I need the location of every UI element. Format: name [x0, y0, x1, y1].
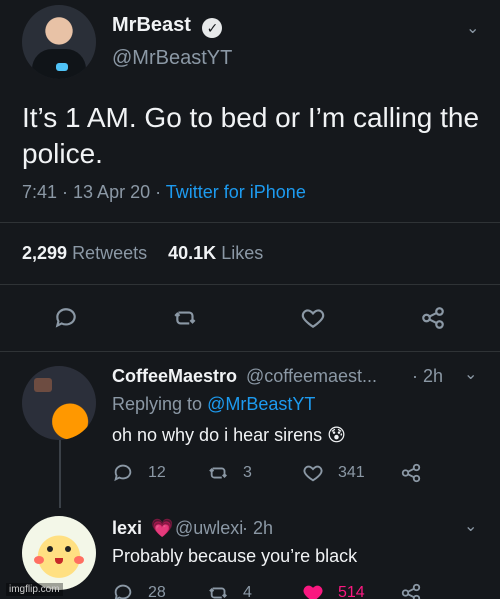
reply-handle[interactable]: @coffeemaest... [246, 366, 377, 387]
comment-icon[interactable] [112, 462, 134, 484]
retweet-count: 3 [243, 464, 252, 481]
likes-label: Likes [221, 243, 264, 263]
reply-actions: 12 3 341 [112, 462, 472, 486]
comment-icon[interactable] [53, 305, 79, 331]
reply-count: 12 [148, 464, 166, 481]
reply-actions: 28 4 514 [112, 582, 472, 599]
tweet-text: It’s 1 AM. Go to bed or I’m calling the … [22, 102, 480, 169]
tweet-actions [0, 300, 500, 336]
reply-tweet: CoffeeMaestro @coffeemaest... · 2h ⌄ Rep… [0, 352, 500, 508]
chevron-down-icon[interactable]: ⌄ [464, 516, 477, 536]
tweet-timestamp: 7:41 · 13 Apr 20 · [22, 182, 166, 202]
reply-handle[interactable]: @uwlexi [175, 518, 243, 539]
main-tweet: MrBeast ✓ @MrBeastYT ⌄ It’s 1 AM. Go to … [0, 0, 500, 352]
retweet-icon[interactable] [208, 462, 230, 484]
shirt-logo [56, 63, 68, 71]
reply-text: oh no why do i hear sirens 😰 [112, 425, 346, 445]
tweet-meta: 7:41 · 13 Apr 20 · Twitter for iPhone [22, 182, 306, 203]
watermark: imgflip.com [6, 583, 63, 596]
like-count: 341 [338, 464, 365, 481]
avatar-mouth [55, 558, 63, 564]
avatar-eye [47, 546, 53, 552]
heart-icon[interactable] [300, 305, 326, 331]
chevron-down-icon[interactable]: ⌄ [464, 364, 477, 384]
divider [0, 284, 500, 285]
retweets-label: Retweets [72, 243, 148, 263]
avatar-eye [65, 546, 71, 552]
likes-stat[interactable]: 40.1K Likes [168, 243, 263, 263]
engagement-stats: 2,299 Retweets 40.1K Likes [22, 243, 263, 264]
user-handle[interactable]: @MrBeastYT [112, 47, 232, 70]
reply-tweet: lexi 💗 @uwlexi · 2h ⌄ Probably because y… [0, 508, 500, 599]
tweet-client[interactable]: Twitter for iPhone [166, 182, 306, 202]
reply-display-name[interactable]: CoffeeMaestro [112, 366, 237, 387]
avatar[interactable] [22, 5, 96, 79]
reply-count: 28 [148, 584, 166, 599]
replying-to-prefix: Replying to [112, 394, 208, 414]
avatar-cheek [34, 556, 44, 564]
share-icon[interactable] [400, 582, 422, 599]
like-count: 514 [338, 584, 365, 599]
share-icon[interactable] [400, 462, 422, 484]
sparkle-heart-icon: 💗 [151, 518, 174, 538]
reply-text: Probably because you’re black [112, 546, 358, 566]
likes-count: 40.1K [168, 243, 217, 263]
avatar-cheek [74, 556, 84, 564]
comment-icon[interactable] [112, 582, 134, 599]
replying-to: Replying to @MrBeastYT [112, 394, 315, 415]
retweets-stat[interactable]: 2,299 Retweets [22, 243, 152, 263]
reply-time: · 2h [242, 518, 274, 538]
retweet-icon[interactable] [173, 305, 199, 331]
reply-display-name[interactable]: lexi 💗 [112, 518, 173, 539]
retweet-count: 4 [243, 584, 252, 599]
reply-time: · 2h [412, 366, 444, 386]
heart-icon[interactable] [302, 462, 324, 484]
avatar[interactable] [22, 516, 96, 590]
reply-display-name-text[interactable]: lexi [112, 518, 142, 538]
retweet-icon[interactable] [208, 582, 230, 599]
retweets-count: 2,299 [22, 243, 68, 263]
share-icon[interactable] [420, 305, 446, 331]
replying-to-link[interactable]: @MrBeastYT [207, 394, 315, 414]
display-name-text[interactable]: MrBeast [112, 14, 191, 36]
avatar[interactable] [22, 366, 96, 440]
divider [0, 222, 500, 223]
coffee-icon [34, 378, 52, 392]
display-name[interactable]: MrBeast ✓ [112, 14, 223, 38]
chevron-down-icon[interactable]: ⌄ [466, 18, 479, 38]
verified-icon: ✓ [202, 18, 223, 38]
heart-icon[interactable] [302, 582, 324, 599]
